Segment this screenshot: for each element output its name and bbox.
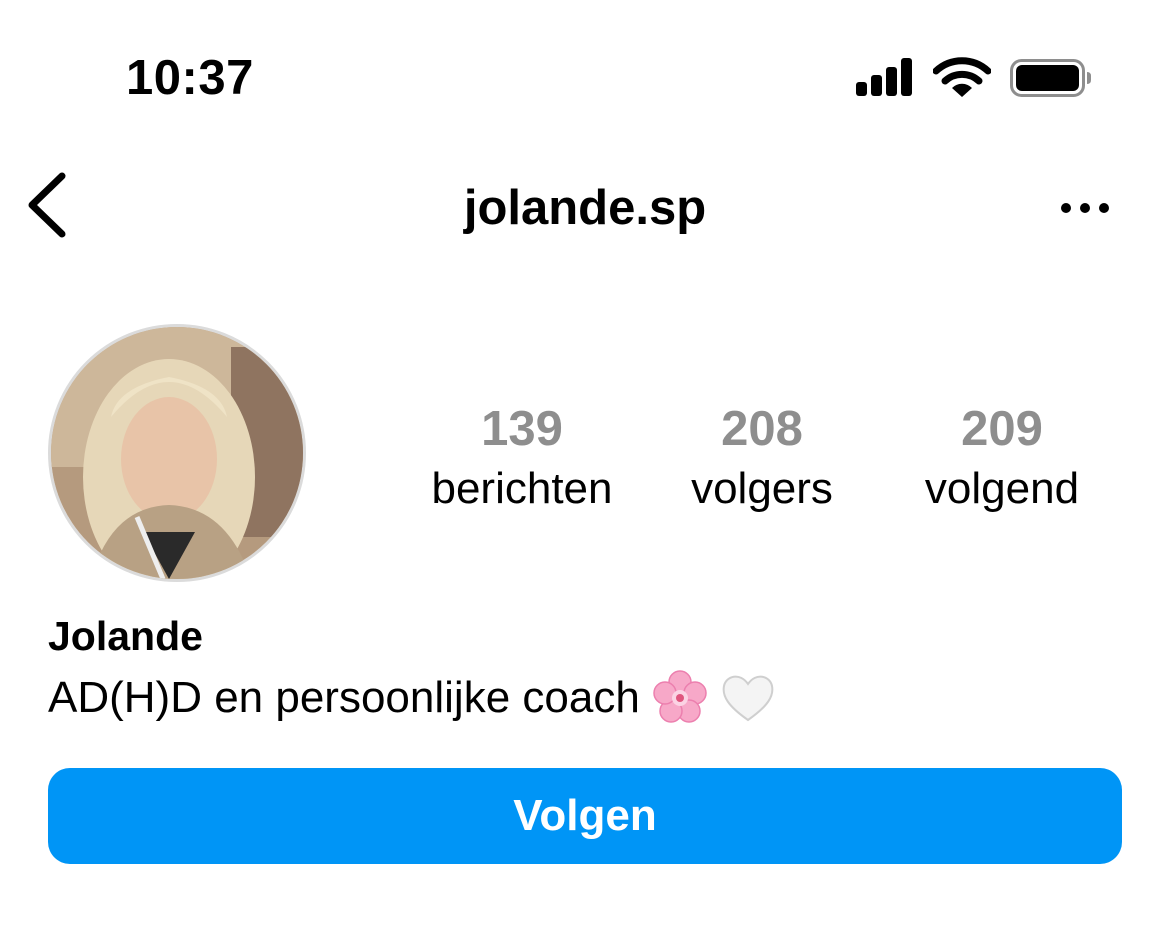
white-heart-emoji <box>722 675 774 722</box>
follow-button[interactable]: Volgen <box>48 768 1122 864</box>
battery-icon <box>1010 59 1091 97</box>
stat-following-count: 209 <box>961 402 1043 456</box>
stat-following[interactable]: 209 volgend <box>882 400 1122 520</box>
cherry-blossom-emoji <box>653 670 707 723</box>
stat-followers[interactable]: 208 volgers <box>642 400 882 520</box>
stat-posts-count: 139 <box>481 402 563 456</box>
stat-followers-label: volgers <box>691 464 833 513</box>
profile-bio-text: AD(H)D en persoonlijke coach <box>48 673 640 722</box>
profile-display-name: Jolande <box>48 613 203 659</box>
stat-followers-count: 208 <box>721 402 803 456</box>
profile-username: jolande.sp <box>463 181 707 235</box>
wifi-icon <box>933 57 991 97</box>
profile-photo <box>51 327 303 579</box>
stat-following-label: volgend <box>924 464 1080 513</box>
cellular-signal-icon <box>856 58 914 96</box>
profile-bio: AD(H)D en persoonlijke coach <box>48 670 776 726</box>
avatar[interactable] <box>48 324 306 582</box>
more-horizontal-icon[interactable] <box>1058 196 1112 220</box>
stat-posts[interactable]: 139 berichten <box>402 400 642 520</box>
stat-posts-label: berichten <box>431 464 613 513</box>
status-time: 10:37 <box>126 51 254 105</box>
